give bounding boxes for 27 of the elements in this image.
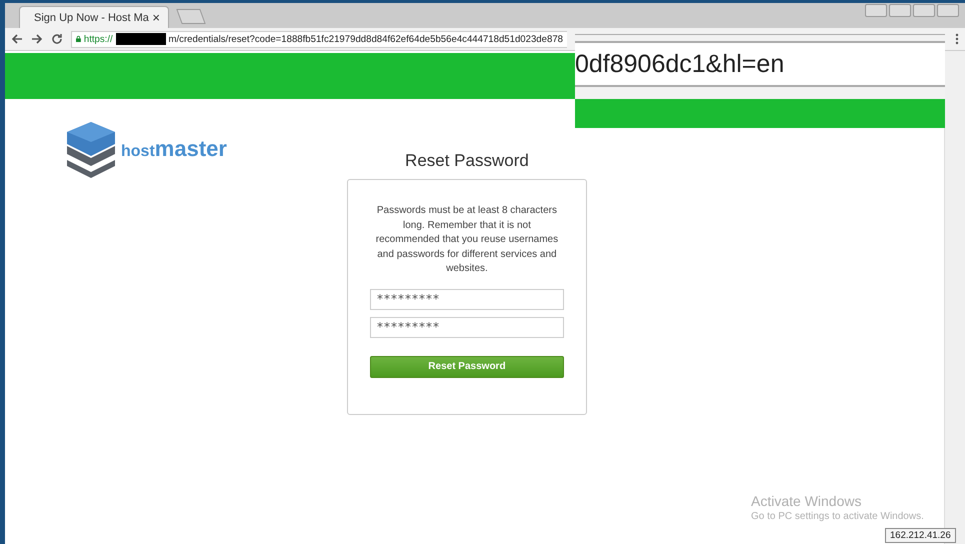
reload-icon[interactable] <box>51 33 63 45</box>
redaction-bar <box>116 33 166 45</box>
password-note: Passwords must be at least 8 characters long. Remember that it is not recommended that you reuse usernames and passwords for different services and websites. <box>374 204 560 276</box>
password-field[interactable]: ********* <box>370 316 564 338</box>
menu-icon[interactable] <box>955 33 959 45</box>
logo-wordmark: hostmaster <box>121 136 227 162</box>
url-scheme: https:// <box>84 34 113 44</box>
browser-tab[interactable]: Sign Up Now - Host Ma × <box>19 6 169 28</box>
logo-icon <box>67 120 115 178</box>
activation-subtitle: Go to PC settings to activate Windows. <box>751 511 924 522</box>
profile-button[interactable] <box>865 4 887 17</box>
restore-button[interactable] <box>913 4 935 17</box>
ip-label: 162.212.41.26 <box>885 528 956 543</box>
address-field[interactable]: https:// m/credentials/reset?code=1888fb51fc21979dd8d84f62ef64de5b56e4c444718d51d023de878 <box>71 30 567 48</box>
url-text: m/credentials/reset?code=1888fb51fc21979dd8d84f62ef64de5b56e4c444718d51d023de878 <box>168 34 563 44</box>
forward-icon[interactable] <box>31 33 43 45</box>
minimize-button[interactable] <box>889 4 911 17</box>
tab-close-button[interactable]: × <box>152 10 160 25</box>
tab-title: Sign Up Now - Host Ma <box>34 12 149 24</box>
password-field[interactable]: ********* <box>370 288 564 310</box>
back-icon[interactable] <box>11 33 23 45</box>
new-tab-button[interactable] <box>176 9 206 24</box>
zoomed-url-text: 0df8906dc1&hl=en <box>575 50 784 78</box>
activation-title: Activate Windows <box>751 493 862 509</box>
close-button[interactable] <box>937 4 959 17</box>
form-title: Reset Password <box>405 151 529 171</box>
lock-icon <box>76 34 81 44</box>
